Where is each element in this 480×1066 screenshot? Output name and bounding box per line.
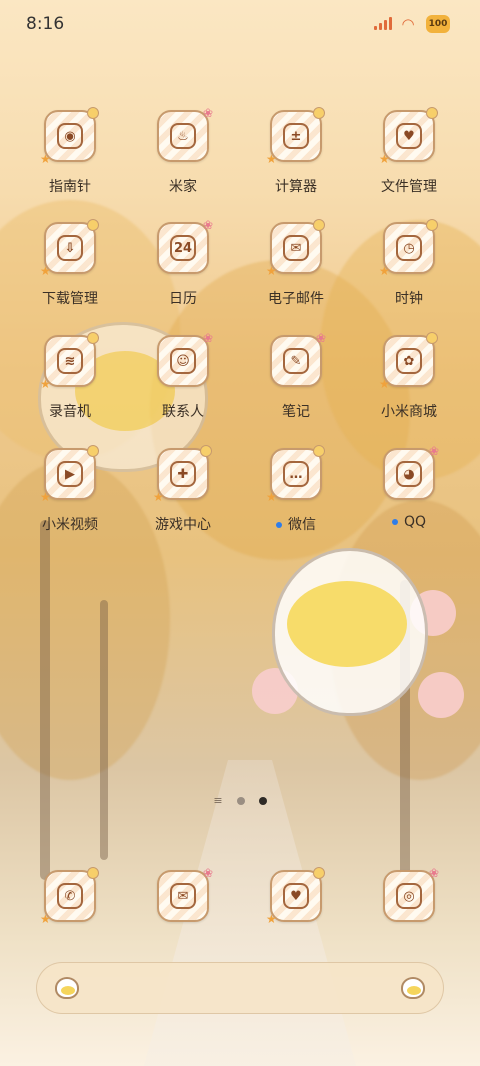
dock-app-camera[interactable]: ❀ ◎: [354, 866, 464, 922]
app-calculator[interactable]: ± ★ 计算器: [241, 107, 351, 196]
app-compass[interactable]: ◉ ★ 指南针: [15, 107, 125, 196]
battery-level: 100: [428, 19, 448, 29]
app-label: 游戏中心: [155, 517, 211, 533]
app-file-manager[interactable]: ♥ ★ 文件管理: [354, 107, 464, 196]
page-dot-active: [258, 797, 267, 805]
app-label: 日历: [169, 291, 197, 307]
app-label: 米家: [169, 179, 197, 195]
dock-app-browser[interactable]: ♥ ★: [241, 867, 351, 926]
qq-icon: ❀ ◕: [383, 444, 439, 500]
app-label: QQ: [354, 514, 464, 530]
app-label: 笔记: [282, 404, 310, 420]
app-notes[interactable]: ❀ ✎ 笔记: [241, 331, 351, 421]
app-qq[interactable]: ❀ ◕ QQ: [354, 444, 464, 530]
wechat-icon: … ★: [266, 445, 325, 504]
app-label: 下载管理: [42, 291, 98, 307]
app-mi-home[interactable]: ❀ ♨ 米家: [128, 106, 238, 196]
chick-assistant-icon[interactable]: [55, 977, 79, 999]
app-label: 指南针: [49, 179, 91, 195]
app-label: 电子邮件: [268, 291, 324, 307]
dock-app-phone[interactable]: ✆ ★: [15, 867, 125, 926]
calculator-icon: ± ★: [266, 107, 325, 166]
email-icon: ✉ ★: [266, 219, 325, 278]
page-indicator[interactable]: ≡: [0, 794, 480, 807]
status-bar: 8:16 ◠ 100: [0, 0, 480, 50]
app-label-text: 微信: [288, 517, 316, 533]
app-drawer-icon: ≡: [213, 794, 223, 807]
mi-store-icon: ✿ ★: [379, 332, 438, 391]
app-contacts[interactable]: ❀ ☺ 联系人: [128, 331, 238, 421]
app-label: 联系人: [162, 404, 204, 420]
download-icon: ⇩ ★: [40, 219, 99, 278]
app-mi-video[interactable]: ▶ ★ 小米视频: [15, 445, 125, 534]
app-email[interactable]: ✉ ★ 电子邮件: [241, 219, 351, 308]
chick-voice-icon[interactable]: [401, 977, 425, 999]
app-mi-store[interactable]: ✿ ★ 小米商城: [354, 332, 464, 421]
game-center-icon: ✚ ★: [153, 445, 212, 504]
video-icon: ▶ ★: [40, 445, 99, 504]
phone-icon: ✆ ★: [40, 867, 99, 926]
recorder-icon: ≋ ★: [40, 332, 99, 391]
new-install-dot: [276, 522, 282, 528]
compass-icon: ◉ ★: [40, 107, 99, 166]
smart-home-icon: ❀ ♨: [157, 106, 213, 162]
contacts-icon: ❀ ☺: [157, 331, 213, 387]
app-calendar[interactable]: ❀ 24 日历: [128, 218, 238, 308]
app-label: 时钟: [395, 291, 423, 307]
status-time: 8:16: [26, 14, 65, 34]
app-label: 录音机: [49, 404, 91, 420]
app-clock[interactable]: ◷ ★ 时钟: [354, 219, 464, 308]
new-install-dot: [391, 519, 398, 525]
browser-icon: ♥ ★: [266, 867, 325, 926]
messages-icon: ❀ ✉: [157, 866, 213, 922]
search-bar[interactable]: [36, 962, 444, 1014]
app-wechat[interactable]: … ★ 微信: [241, 445, 351, 534]
notes-icon: ❀ ✎: [270, 331, 326, 387]
app-downloads[interactable]: ⇩ ★ 下载管理: [15, 219, 125, 308]
app-label: 小米商城: [381, 404, 437, 420]
app-label-text: QQ: [403, 514, 427, 530]
app-game-center[interactable]: ✚ ★ 游戏中心: [128, 445, 238, 534]
wifi-icon: ◠: [401, 15, 415, 33]
camera-icon: ❀ ◎: [383, 866, 439, 922]
battery-icon: 100: [426, 15, 450, 33]
cellular-signal-icon: [374, 17, 392, 30]
dock-app-messages[interactable]: ❀ ✉: [128, 866, 238, 922]
app-label: 文件管理: [381, 179, 437, 195]
page-dot: [236, 797, 245, 805]
folder-icon: ♥ ★: [379, 107, 438, 166]
calendar-icon: ❀ 24: [157, 218, 213, 274]
app-label: 计算器: [275, 179, 317, 195]
app-label: 微信: [241, 514, 351, 534]
app-recorder[interactable]: ≋ ★ 录音机: [15, 332, 125, 421]
app-label: 小米视频: [42, 517, 98, 533]
clock-icon: ◷ ★: [379, 219, 438, 278]
